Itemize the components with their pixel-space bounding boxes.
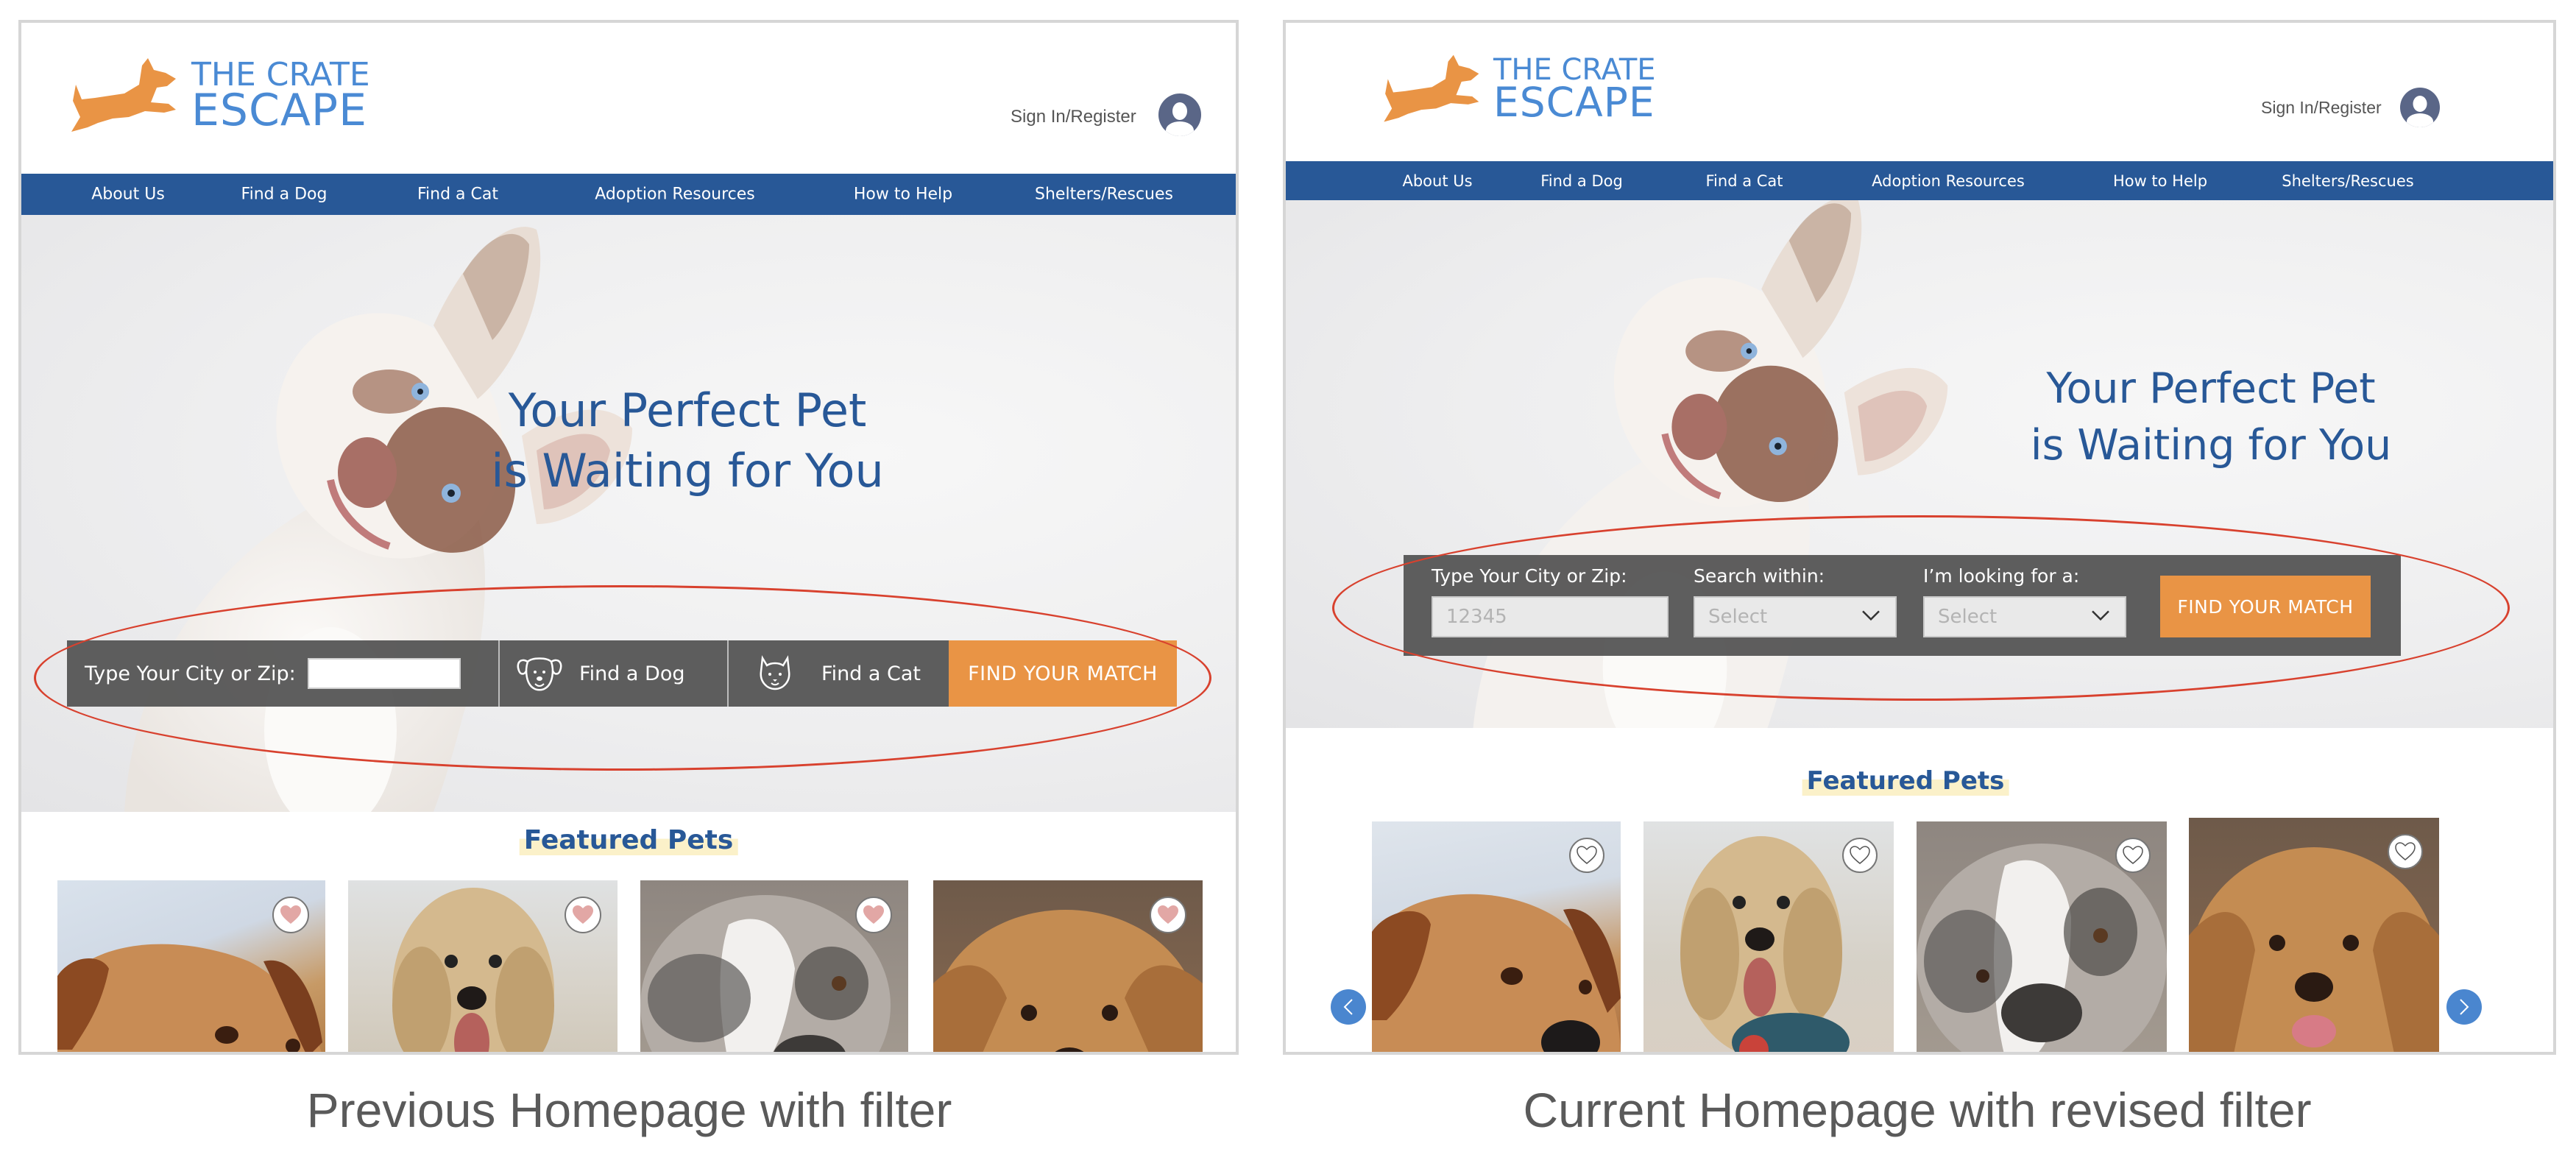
current-homepage-caption: Current Homepage with revised filter (1523, 1083, 2312, 1137)
jumping-dog-logo-icon (71, 58, 176, 132)
search-filter-bar: Type Your City or Zip: Find a Dog Find a… (67, 640, 1177, 707)
nav-adoption-resources[interactable]: Adoption Resources (595, 185, 755, 204)
find-a-cat-option[interactable]: Find a Cat (727, 640, 949, 707)
nav-find-a-dog[interactable]: Find a Dog (1540, 172, 1623, 190)
favorite-heart-button[interactable] (2388, 834, 2423, 869)
previous-homepage-caption: Previous Homepage with filter (306, 1083, 952, 1137)
find-your-match-button[interactable]: FIND YOUR MATCH (2160, 576, 2371, 637)
main-nav: About Us Find a Dog Find a Cat Adoption … (1286, 161, 2553, 200)
hero-headline-line-2: is Waiting for You (2030, 420, 2392, 470)
looking-for-select[interactable]: Select (1923, 596, 2126, 637)
logo-wordmark: THE CRATE ESCAPE (191, 58, 370, 136)
heart-filled-icon (573, 905, 593, 924)
find-a-dog-option[interactable]: Find a Dog (498, 640, 727, 707)
hero-headline-line-2: is Waiting for You (491, 443, 884, 498)
site-logo[interactable]: THE CRATE ESCAPE (1379, 52, 1656, 126)
chevron-left-icon (1343, 999, 1353, 1015)
find-your-match-button[interactable]: FIND YOUR MATCH (949, 640, 1177, 707)
looking-for-value: Select (1938, 606, 1998, 628)
nav-find-a-cat[interactable]: Find a Cat (1705, 172, 1783, 190)
featured-pets-title: Featured Pets (1802, 766, 2009, 796)
hero-banner: Your Perfect Pet is Waiting for You Type… (1286, 200, 2553, 728)
zip-label: Type Your City or Zip: (1432, 565, 1627, 587)
featured-pet-card[interactable] (933, 880, 1203, 1052)
favorite-heart-button[interactable] (1150, 897, 1186, 933)
search-within-label: Search within: (1694, 565, 1825, 587)
logo-line-2: ESCAPE (1493, 79, 1655, 127)
cat-face-icon (760, 655, 790, 690)
user-avatar-icon[interactable] (2400, 88, 2440, 127)
search-within-value: Select (1708, 606, 1768, 628)
heart-filled-icon (280, 905, 301, 924)
puppy-photo (124, 227, 632, 812)
nav-about-us[interactable]: About Us (91, 185, 165, 204)
favorite-heart-button[interactable] (272, 897, 309, 933)
featured-pet-card[interactable] (1917, 821, 2167, 1052)
favorite-heart-button[interactable] (1842, 838, 1878, 873)
zip-label: Type Your City or Zip: (85, 662, 296, 685)
looking-for-label: I’m looking for a: (1923, 565, 2080, 587)
featured-pet-card[interactable] (1372, 821, 1621, 1052)
search-within-select[interactable]: Select (1694, 596, 1897, 637)
sign-in-register-link[interactable]: Sign In/Register (1011, 107, 1136, 127)
zip-segment: Type Your City or Zip: (67, 640, 498, 707)
nav-adoption-resources[interactable]: Adoption Resources (1872, 172, 2025, 190)
heart-outline-icon (1577, 846, 1597, 864)
carousel-prev-button[interactable] (1331, 989, 1366, 1025)
nav-shelters-rescues[interactable]: Shelters/Rescues (1035, 185, 1173, 204)
hero-banner: Your Perfect Pet is Waiting for You Type… (21, 215, 1236, 812)
nav-shelters-rescues[interactable]: Shelters/Rescues (2282, 172, 2413, 190)
main-nav: About Us Find a Dog Find a Cat Adoption … (21, 174, 1236, 215)
hero-headline: Your Perfect Pet is Waiting for You (1946, 361, 2476, 474)
zip-input[interactable] (307, 658, 461, 689)
featured-pet-card[interactable] (57, 880, 325, 1052)
heart-outline-icon (2123, 846, 2143, 864)
current-homepage-screenshot: THE CRATE ESCAPE Sign In/Register About … (1283, 20, 2556, 1055)
carousel-next-button[interactable] (2446, 989, 2482, 1025)
heart-filled-icon (1158, 905, 1178, 924)
featured-pets-title: Featured Pets (519, 825, 738, 855)
favorite-heart-button[interactable] (855, 897, 892, 933)
chevron-down-icon (1862, 610, 1880, 621)
favorite-heart-button[interactable] (1569, 838, 1604, 873)
sign-in-register-link[interactable]: Sign In/Register (2261, 98, 2382, 118)
chevron-down-icon (2092, 610, 2109, 621)
heart-outline-icon (1850, 846, 1870, 864)
user-avatar-icon[interactable] (1158, 93, 1201, 136)
find-a-dog-label: Find a Dog (579, 662, 685, 685)
hero-headline-line-1: Your Perfect Pet (508, 383, 867, 437)
previous-homepage-screenshot: THE CRATE ESCAPE Sign In/Register About … (18, 20, 1239, 1055)
search-filter-panel: Type Your City or Zip: 12345 Search with… (1404, 555, 2401, 656)
featured-pet-card[interactable] (2189, 818, 2439, 1052)
featured-pet-card[interactable] (1643, 821, 1894, 1052)
logo-wordmark: THE CRATE ESCAPE (1493, 55, 1656, 127)
nav-find-a-dog[interactable]: Find a Dog (241, 185, 328, 204)
favorite-heart-button[interactable] (2115, 838, 2151, 873)
nav-how-to-help[interactable]: How to Help (2113, 172, 2207, 190)
logo-line-2: ESCAPE (191, 84, 368, 136)
find-a-cat-label: Find a Cat (821, 662, 921, 685)
favorite-heart-button[interactable] (565, 897, 601, 933)
featured-pet-card[interactable] (348, 880, 618, 1052)
hero-headline: Your Perfect Pet is Waiting for You (400, 381, 974, 501)
nav-about-us[interactable]: About Us (1402, 172, 1472, 190)
jumping-dog-logo-icon (1384, 54, 1479, 122)
chevron-right-icon (2460, 999, 2469, 1015)
zip-input[interactable]: 12345 (1432, 596, 1669, 637)
site-logo[interactable]: THE CRATE ESCAPE (66, 55, 370, 136)
nav-find-a-cat[interactable]: Find a Cat (417, 185, 498, 204)
heart-outline-icon (2395, 842, 2416, 860)
hero-headline-line-1: Your Perfect Pet (2046, 364, 2376, 413)
featured-pet-card[interactable] (640, 880, 908, 1052)
dog-face-icon (517, 657, 562, 691)
heart-filled-icon (863, 905, 884, 924)
nav-how-to-help[interactable]: How to Help (854, 185, 952, 204)
